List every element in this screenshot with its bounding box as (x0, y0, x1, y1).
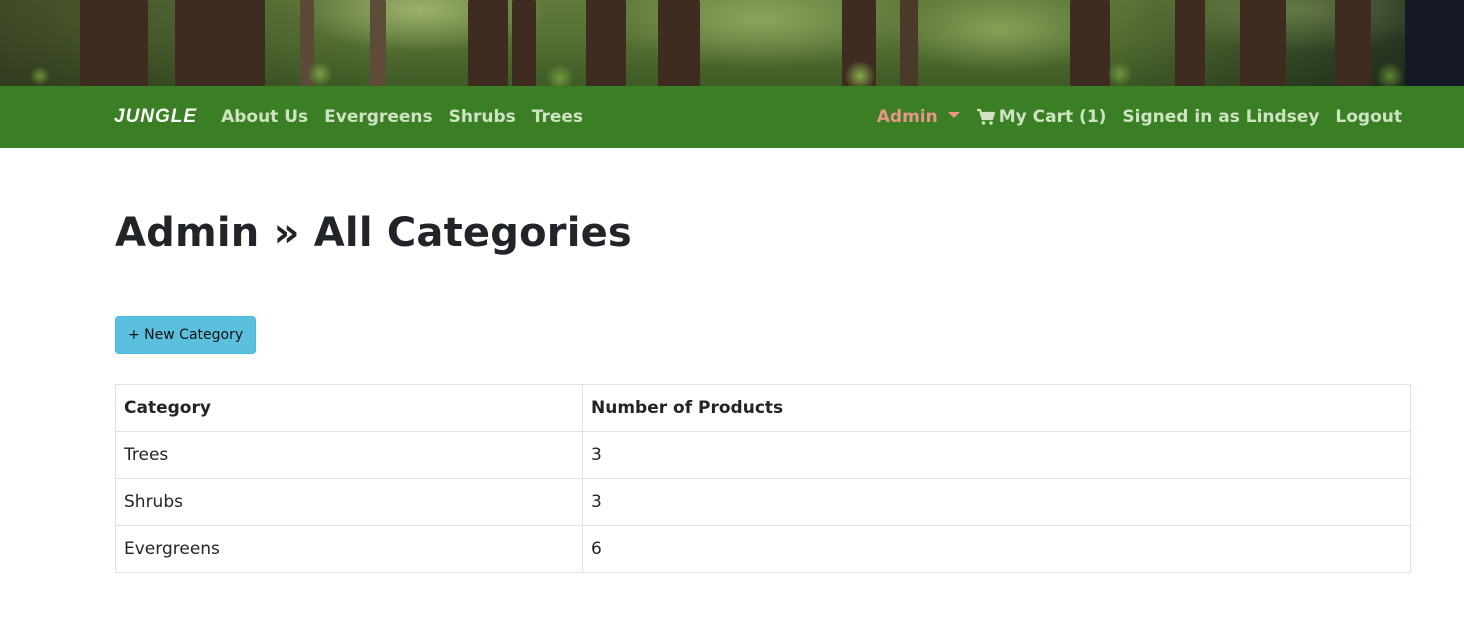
new-category-button[interactable]: + New Category (115, 316, 257, 354)
caret-down-icon (947, 112, 960, 118)
category-cell: Trees (115, 431, 583, 479)
cart-label: My Cart (1) (998, 107, 1107, 127)
nav-right-group: Admin My Cart (1) Signed in as Lindsey L… (861, 107, 1402, 127)
signed-in-user[interactable]: Signed in as Lindsey (1122, 107, 1319, 127)
table-row: Trees 3 (115, 431, 1411, 479)
product-count-cell: 3 (582, 478, 1411, 526)
column-header-category: Category (115, 384, 583, 432)
nav-link-evergreens[interactable]: Evergreens (324, 107, 432, 127)
main-navbar: JUNGLE About Us Evergreens Shrubs Trees … (0, 86, 1464, 148)
shopping-cart-icon (976, 108, 995, 125)
logout-link[interactable]: Logout (1335, 107, 1402, 127)
category-cell: Shrubs (115, 478, 583, 526)
cart-link[interactable]: My Cart (1) (976, 107, 1107, 127)
table-header-row: Category Number of Products (115, 384, 1411, 432)
product-count-cell: 3 (582, 431, 1411, 479)
page-title: Admin » All Categories (115, 210, 632, 256)
table-row: Evergreens 6 (115, 525, 1411, 573)
nav-link-trees[interactable]: Trees (532, 107, 583, 127)
header-banner-image (0, 0, 1464, 86)
main-content: Admin » All Categories + New Category Ca… (115, 148, 1411, 573)
brand-logo[interactable]: JUNGLE (114, 106, 197, 128)
admin-label: Admin (876, 107, 938, 127)
nav-link-about-us[interactable]: About Us (221, 107, 308, 127)
banner-foliage (0, 46, 1464, 86)
product-count-cell: 6 (582, 525, 1411, 573)
admin-dropdown-toggle[interactable]: Admin (877, 107, 960, 127)
categories-table: Category Number of Products Trees 3 Shru… (115, 384, 1411, 573)
table-row: Shrubs 3 (115, 478, 1411, 526)
nav-link-shrubs[interactable]: Shrubs (449, 107, 516, 127)
column-header-number-of-products: Number of Products (582, 384, 1411, 432)
category-cell: Evergreens (115, 525, 583, 573)
